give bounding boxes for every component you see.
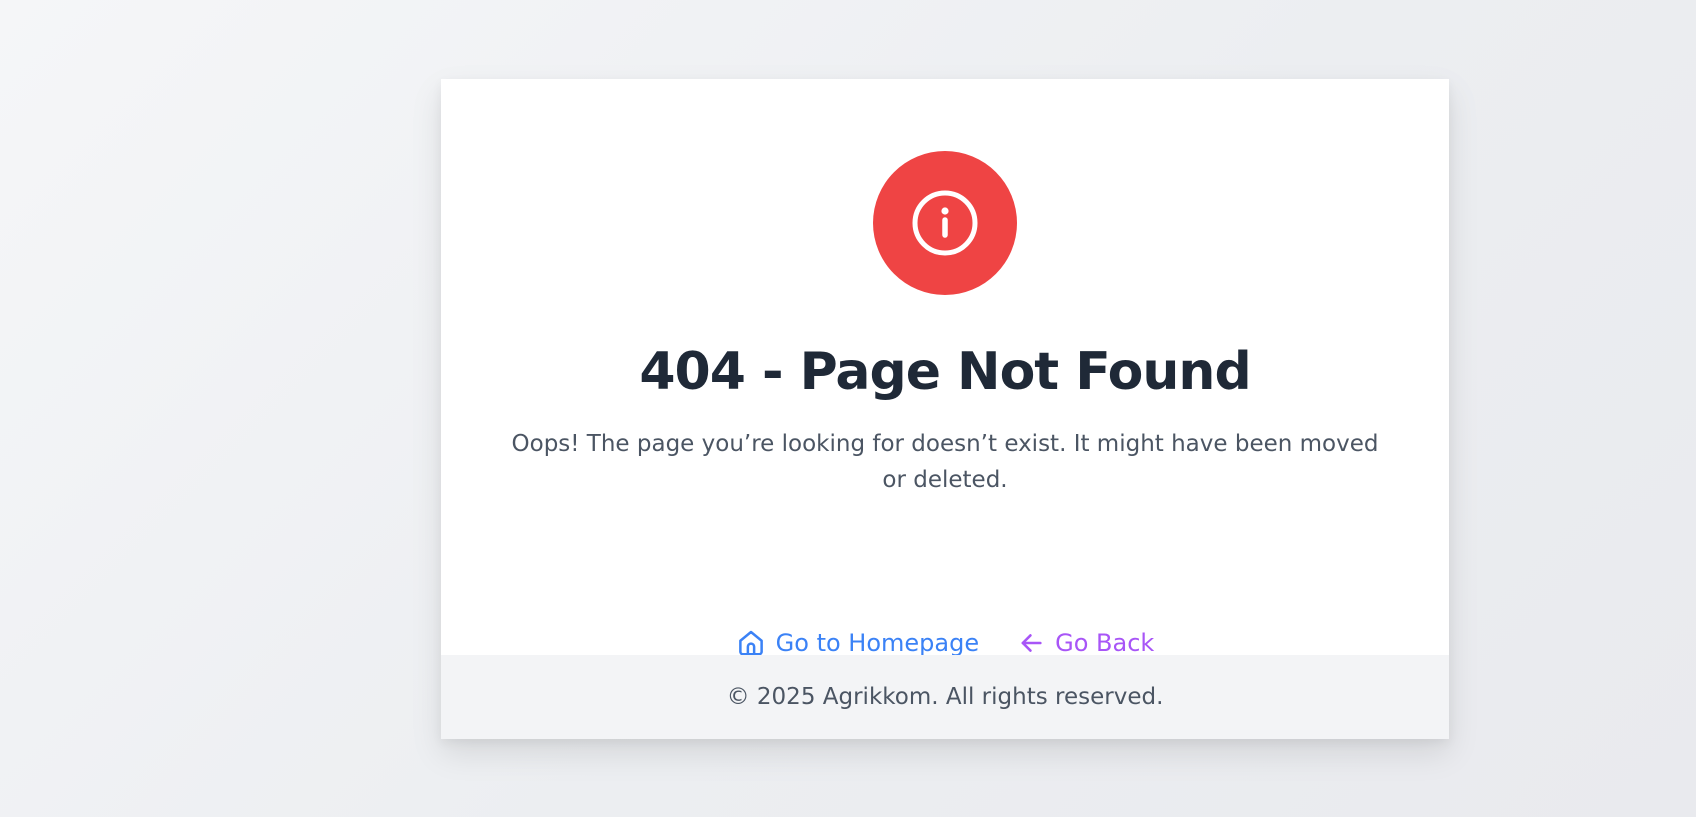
error-card: 404 - Page Not Found Oops! The page you’…: [441, 79, 1449, 739]
copyright-text: © 2025 Agrikkom. All rights reserved.: [726, 684, 1164, 710]
arrow-left-icon: [1021, 634, 1042, 652]
error-icon-circle: [873, 151, 1017, 295]
go-to-homepage-link[interactable]: Go to Homepage: [736, 628, 979, 658]
error-card-body: 404 - Page Not Found Oops! The page you’…: [441, 79, 1449, 658]
error-message: Oops! The page you’re looking for doesn’…: [511, 431, 1379, 493]
card-footer: © 2025 Agrikkom. All rights reserved.: [441, 655, 1449, 739]
info-circle-icon: [912, 190, 978, 256]
home-icon: [738, 630, 763, 656]
page-title: 404 - Page Not Found: [639, 342, 1251, 402]
go-back-label: Go Back: [1055, 629, 1155, 657]
go-back-link[interactable]: Go Back: [1017, 629, 1154, 657]
go-to-homepage-label: Go to Homepage: [775, 629, 980, 657]
